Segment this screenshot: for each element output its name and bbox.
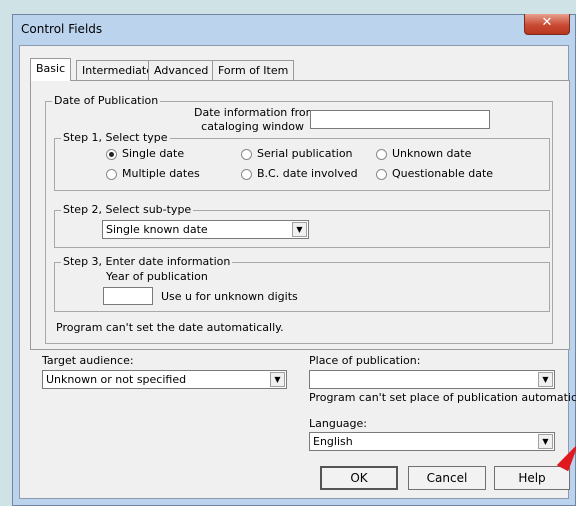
ok-button[interactable]: OK [320,466,398,490]
language-label: Language: [309,417,367,430]
radio-questionable-date[interactable] [376,169,387,180]
target-audience-dropdown[interactable]: Unknown or not specified ▼ [42,370,287,389]
place-status-text: Program can't set place of publication a… [309,391,576,404]
dialog-body: Basic Intermediate Advanced Form of Item… [19,45,576,499]
radio-single-date-label: Single date [122,147,185,160]
close-icon: ✕ [541,15,553,30]
language-dropdown[interactable]: English ▼ [309,432,555,451]
chevron-down-icon[interactable]: ▼ [270,372,285,387]
radio-bc-date[interactable] [241,169,252,180]
title-bar: Control Fields ✕ [13,14,575,43]
radio-unknown-date[interactable] [376,149,387,160]
subtype-dropdown[interactable]: Single known date ▼ [102,220,309,239]
step3-group: Step 3, Enter date information Year of p… [54,255,550,312]
date-info-label-line2: cataloging window [201,120,304,133]
radio-bc-date-label: B.C. date involved [257,167,358,180]
date-status-text: Program can't set the date automatically… [56,321,284,334]
tab-advanced[interactable]: Advanced [148,60,215,80]
cancel-button[interactable]: Cancel [408,466,486,490]
tab-form-of-item[interactable]: Form of Item [212,60,295,80]
tab-panel-basic: Date of Publication Date information fro… [30,80,570,350]
close-button[interactable]: ✕ [524,14,570,35]
control-fields-dialog: Control Fields ✕ Basic Intermediate Adva… [12,14,576,506]
window-title: Control Fields [21,22,103,36]
place-of-publication-dropdown[interactable]: ▼ [309,370,555,389]
date-of-publication-legend: Date of Publication [52,94,161,107]
radio-multiple-dates[interactable] [106,169,117,180]
chevron-down-icon[interactable]: ▼ [538,372,553,387]
step1-group: Step 1, Select type Single date Serial p… [54,131,550,191]
year-of-publication-label: Year of publication [106,270,208,283]
radio-serial-publication[interactable] [241,149,252,160]
step2-group: Step 2, Select sub-type Single known dat… [54,203,550,248]
date-info-label-line1: Date information from [194,106,317,119]
radio-serial-publication-label: Serial publication [257,147,353,160]
tab-basic[interactable]: Basic [30,58,72,81]
step1-legend: Step 1, Select type [61,131,170,144]
chevron-down-icon[interactable]: ▼ [292,222,307,237]
radio-single-date[interactable] [106,149,117,160]
step3-legend: Step 3, Enter date information [61,255,233,268]
date-of-publication-group: Date of Publication Date information fro… [45,94,553,344]
chevron-down-icon[interactable]: ▼ [538,434,553,449]
place-of-publication-label: Place of publication: [309,354,421,367]
date-info-field[interactable] [310,110,490,129]
step2-legend: Step 2, Select sub-type [61,203,194,216]
unknown-digits-hint: Use u for unknown digits [161,290,298,303]
target-audience-label: Target audience: [42,354,134,367]
tab-intermediate[interactable]: Intermediate [76,60,159,80]
radio-unknown-date-label: Unknown date [392,147,472,160]
year-of-publication-field[interactable] [103,287,153,305]
radio-questionable-date-label: Questionable date [392,167,494,180]
target-audience-value: Unknown or not specified [46,373,187,386]
subtype-value: Single known date [106,223,208,236]
radio-multiple-dates-label: Multiple dates [122,167,200,180]
language-value: English [313,435,353,448]
help-button[interactable]: Help [494,466,570,490]
